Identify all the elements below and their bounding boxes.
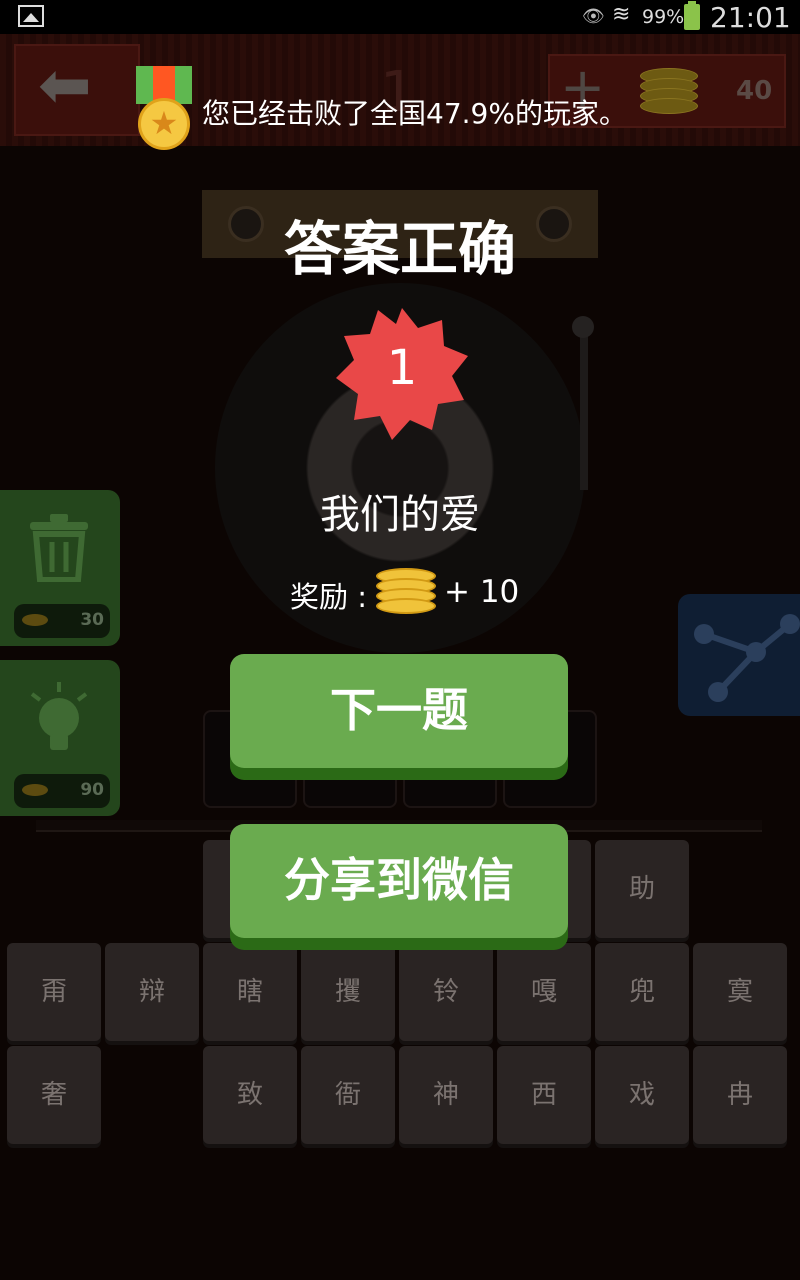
- letter-key[interactable]: 攫: [301, 943, 395, 1041]
- letter-key[interactable]: 冉: [693, 1046, 787, 1144]
- letter-key[interactable]: 兜: [595, 943, 689, 1041]
- tonearm-head: [572, 316, 594, 338]
- reward-label: 奖励 :: [290, 580, 367, 614]
- delete-cost-badge: 30: [14, 604, 110, 638]
- letter-key[interactable]: 神: [399, 1046, 493, 1144]
- medal-icon: ★: [138, 98, 190, 150]
- letter-key[interactable]: 奢: [7, 1046, 101, 1144]
- level-number: 1: [386, 340, 418, 396]
- hint-cost: 90: [80, 780, 104, 800]
- hint-cost-badge: 90: [14, 774, 110, 808]
- letter-key[interactable]: 瞎: [203, 943, 297, 1041]
- song-name: 我们的爱: [320, 492, 480, 538]
- letter-key[interactable]: 衙: [301, 1046, 395, 1144]
- share-to-wechat-button[interactable]: 分享到微信: [230, 824, 568, 938]
- letter-key[interactable]: 嘎: [497, 943, 591, 1041]
- coin-count: 40: [736, 76, 773, 106]
- letter-key[interactable]: 寞: [693, 943, 787, 1041]
- delete-cost: 30: [80, 610, 104, 630]
- back-arrow-icon: ⬅: [38, 49, 92, 123]
- reward-amount: + 10: [444, 574, 520, 610]
- letter-key[interactable]: 铃: [399, 943, 493, 1041]
- dialog-title: 答案正确: [283, 215, 516, 283]
- letter-key[interactable]: 西: [497, 1046, 591, 1144]
- letter-key[interactable]: 助: [595, 840, 689, 938]
- status-bar: 👁 ≋ 99% 21:01: [0, 0, 800, 34]
- letter-key[interactable]: 辩: [105, 943, 199, 1041]
- next-question-button[interactable]: 下一题: [230, 654, 568, 768]
- letter-key[interactable]: 致: [203, 1046, 297, 1144]
- ranking-message: 您已经击败了全国47.9%的玩家。: [202, 97, 627, 130]
- wifi-icon: ≋: [612, 2, 631, 27]
- letter-key[interactable]: 戏: [595, 1046, 689, 1144]
- coin-icon: [376, 568, 438, 614]
- battery-percent: 99%: [642, 6, 685, 28]
- lightbulb-icon: [30, 682, 88, 750]
- share-side-button[interactable]: [678, 594, 800, 716]
- coin-stack-icon: [640, 68, 698, 114]
- clock: 21:01: [710, 1, 791, 34]
- share-icon: [694, 614, 800, 702]
- gallery-notification-icon: [18, 5, 44, 27]
- eye-icon: 👁: [582, 6, 605, 27]
- tonearm: [580, 330, 588, 490]
- battery-icon: [684, 1, 700, 30]
- letter-key[interactable]: 甭: [7, 943, 101, 1041]
